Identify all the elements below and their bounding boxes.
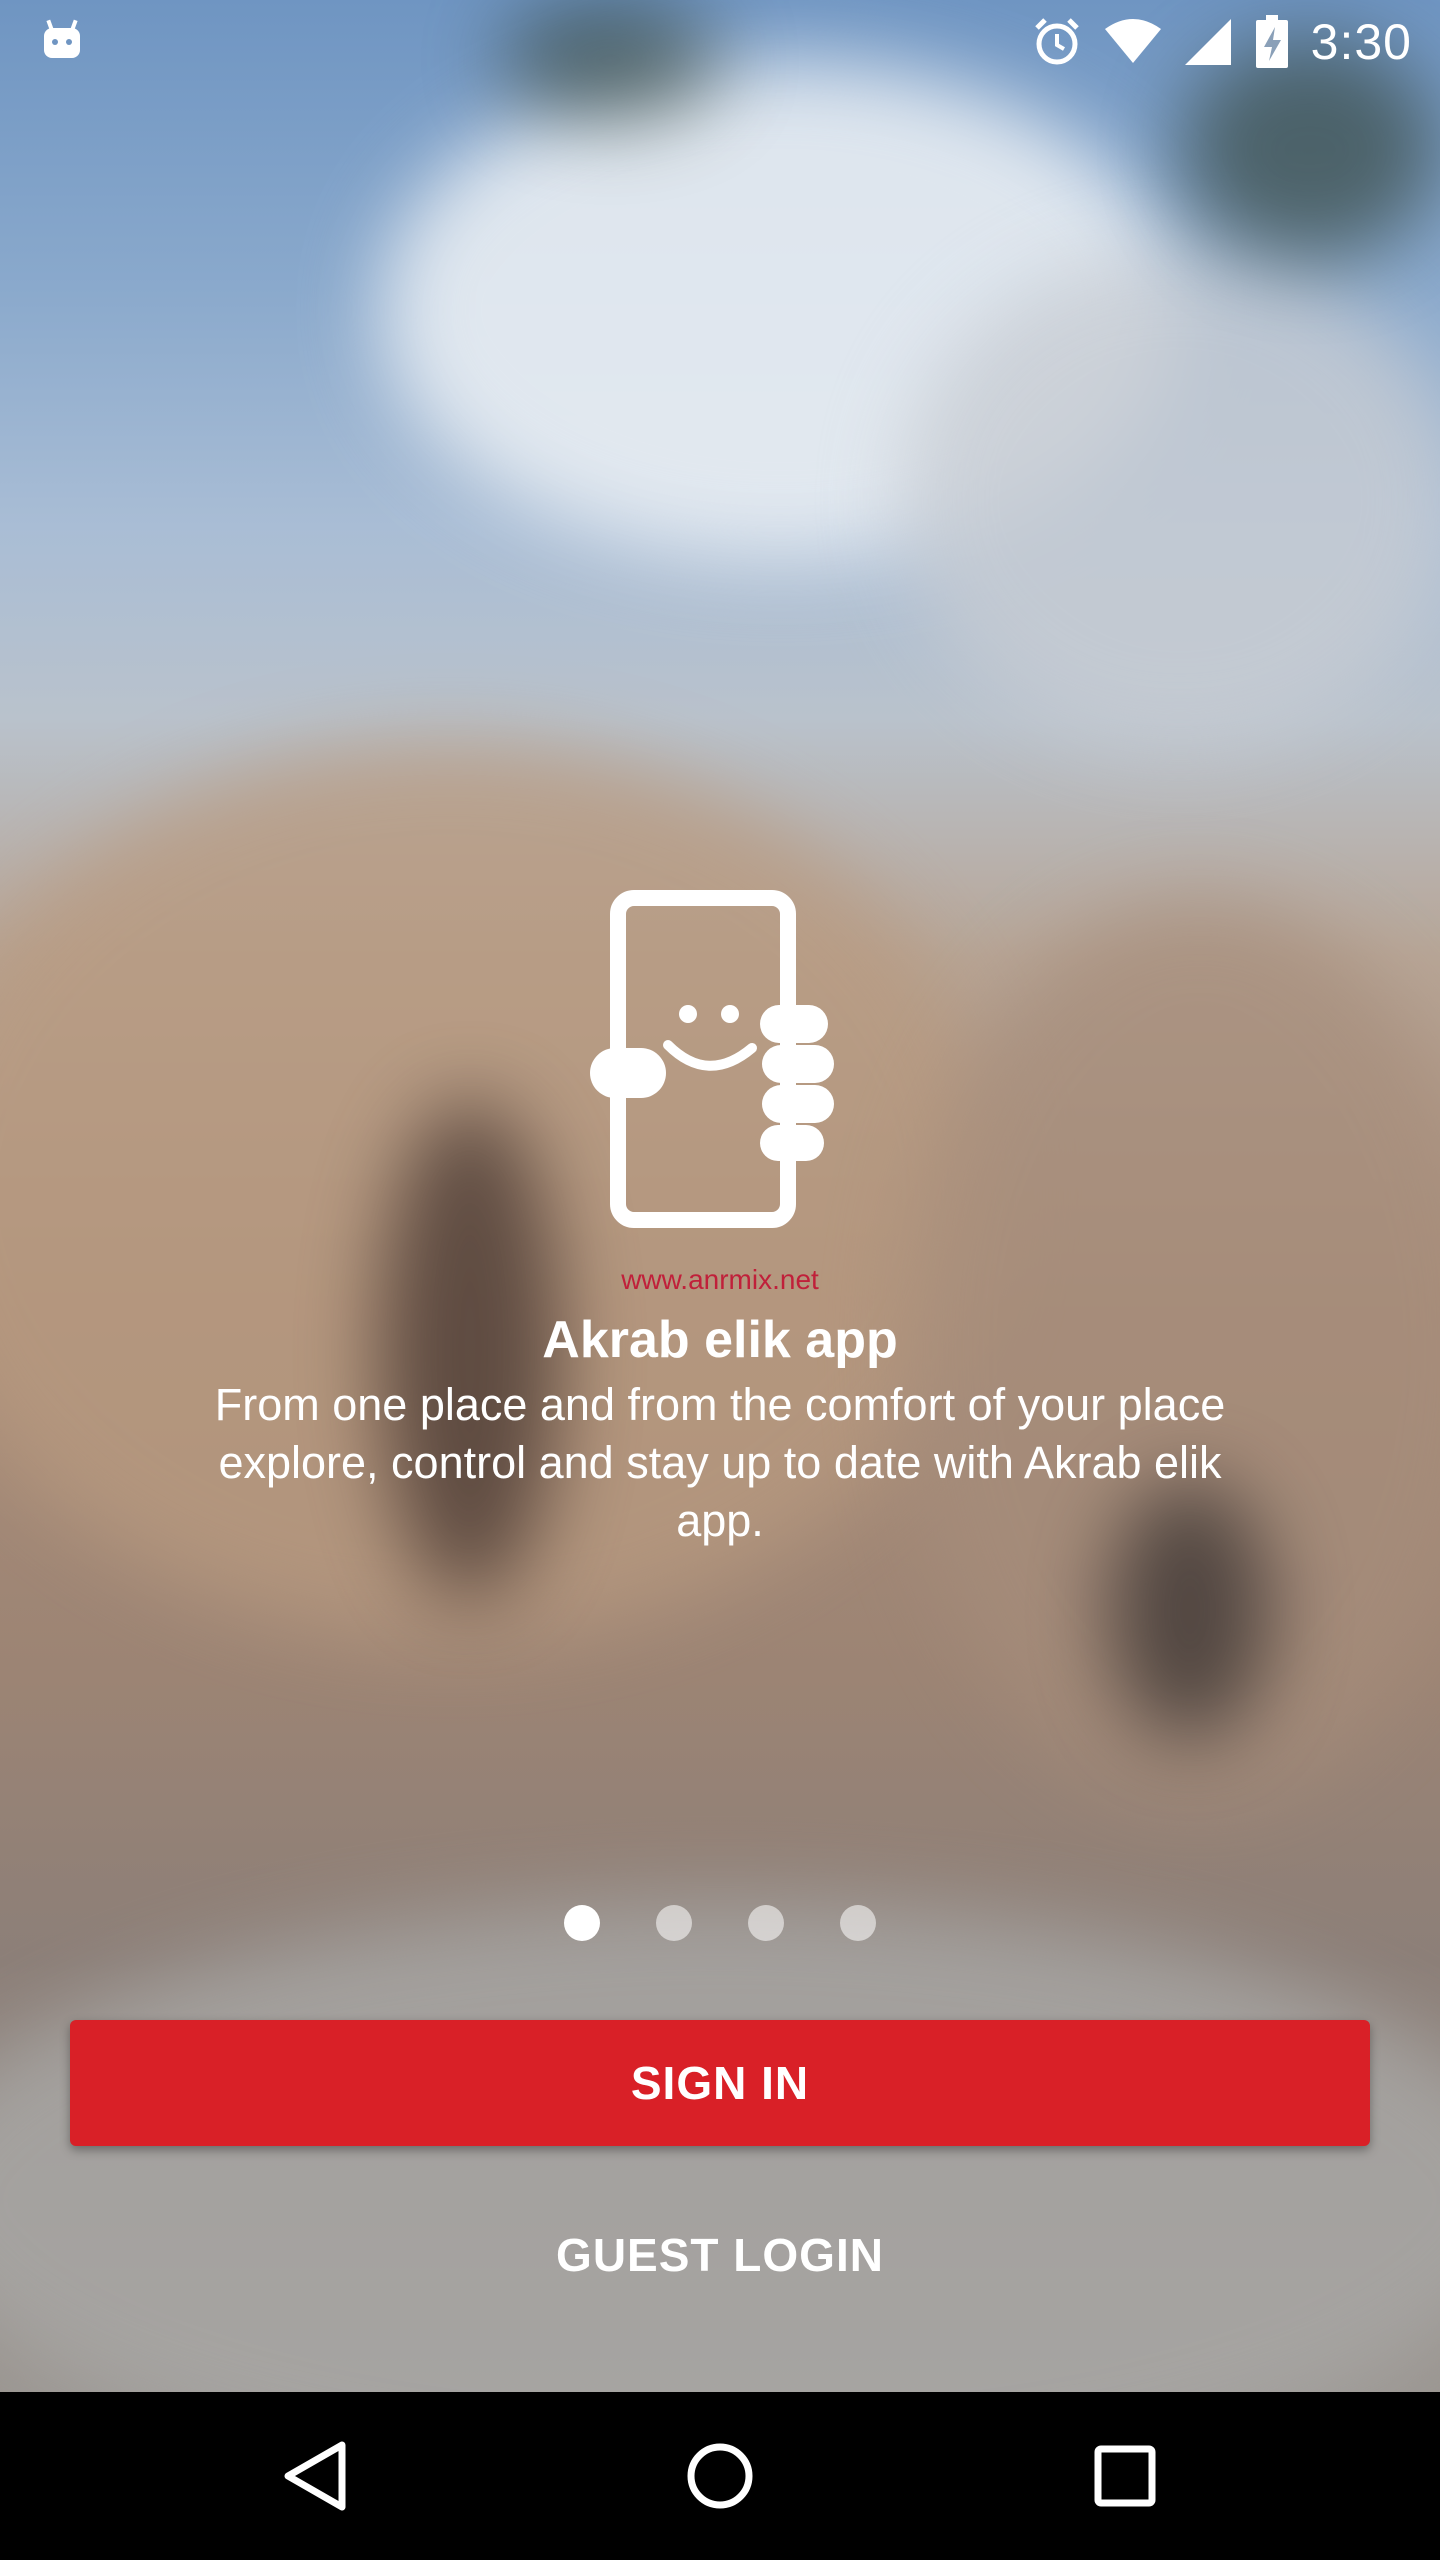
navigation-bar <box>0 2392 1440 2560</box>
app-description: From one place and from the comfort of y… <box>214 1379 1226 1546</box>
onboarding-screen: 3:30 www.anrmix.net Akrab elik app From … <box>0 0 1440 2560</box>
sign-in-button[interactable]: SIGN IN <box>70 2020 1370 2146</box>
status-icons: 3:30 <box>1031 10 1412 74</box>
home-button[interactable] <box>670 2426 770 2526</box>
app-title: Akrab elik app <box>542 1311 898 1369</box>
guest-login-button[interactable]: GUEST LOGIN <box>420 2210 1020 2300</box>
battery-charging-icon <box>1255 15 1288 68</box>
recents-icon <box>1094 2445 1156 2507</box>
home-icon <box>687 2443 753 2509</box>
page-indicator <box>0 1905 1440 1941</box>
wifi-icon <box>1104 19 1161 63</box>
page-dot-4[interactable] <box>840 1905 876 1941</box>
recents-button[interactable] <box>1075 2426 1175 2526</box>
page-dot-1[interactable] <box>564 1905 600 1941</box>
watermark: www.anrmix.net <box>621 1264 819 1295</box>
status-bar: 3:30 <box>0 0 1440 84</box>
back-icon <box>284 2441 346 2511</box>
android-debug-icon <box>44 19 80 58</box>
alarm-icon <box>1034 18 1079 65</box>
back-button[interactable] <box>265 2426 365 2526</box>
intro-block: www.anrmix.net Akrab elik app From one p… <box>0 890 1440 1550</box>
phone-smiley-icon <box>590 890 834 1228</box>
page-dot-2[interactable] <box>656 1905 692 1941</box>
status-time: 3:30 <box>1310 14 1412 70</box>
signal-icon <box>1184 19 1231 65</box>
page-dot-3[interactable] <box>748 1905 784 1941</box>
